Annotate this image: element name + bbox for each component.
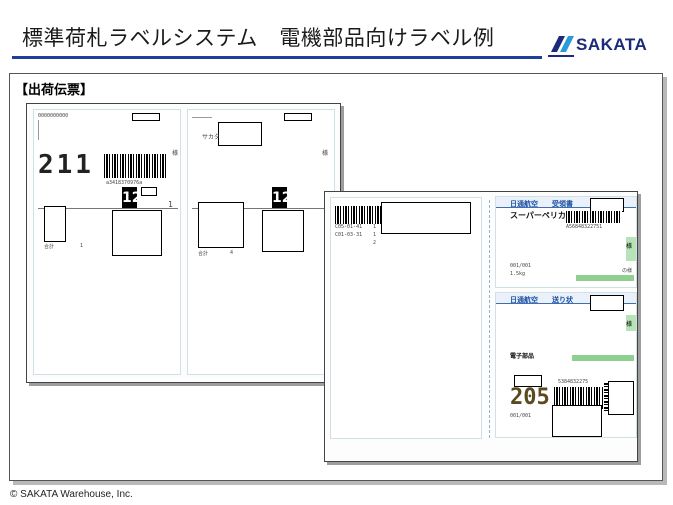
sheet2-left-panel: C05-01-41 1 C01-03-31 1 2 [330,197,482,439]
barcode-caption: a3418370976a [106,180,143,186]
redaction-box [112,210,162,256]
nittsu-waybill-label: 日通航空 送り状 様 電子部品 5384832275 205 001/001 [495,292,637,438]
sama-label: 様 [626,321,633,328]
sakata-logo-icon [548,36,574,57]
total-value: 1 [80,243,84,249]
redaction-box [590,198,624,212]
sheet1-left-panel: 0000000000 211 a3418370976a 様 12 1 合計 1 [33,109,181,375]
sheet1-top-code: 0000000000 [38,113,69,119]
perforation-line [489,200,490,438]
nittsu-receipt-label: 日通航空 受領書 スーパーペリカン A56848322751 様 の様 001/… [495,196,637,288]
green-field [572,355,634,361]
route-number: 211 [38,150,94,180]
redaction-box [132,113,160,121]
redaction-box [141,187,157,196]
redaction-box [44,206,66,242]
barcode [335,206,387,224]
sama-label: 様 [626,243,633,250]
redaction-box [381,202,471,234]
item-qty-1: 1 [373,224,377,230]
redaction-box [552,405,602,437]
total-label: 合計 [198,251,209,257]
count: 001/001 [510,263,532,269]
redaction-box [218,122,262,146]
nittsu-brand: 日通航空 [510,296,538,304]
count: 001/001 [510,413,532,419]
weight: 1.5kg [510,271,526,277]
redaction-box [198,202,244,248]
shipping-slip-sheet-1: 0000000000 211 a3418370976a 様 12 1 合計 1 … [26,103,341,383]
sheet1-left-vertical-text [38,120,44,140]
redaction-box [284,113,312,121]
box-number: 12 [272,187,291,209]
shipping-slip-sheet-2: C05-01-41 1 C01-03-31 1 2 日通航空 受領書 スーパーペ… [324,191,638,462]
item-total: 2 [373,240,377,246]
box-number: 12 [122,187,141,209]
green-field [576,275,634,281]
sakata-logo: SAKATA [548,30,666,60]
company-short: サカタ [202,134,221,141]
sheet1-right-panel: サカタ 様 12 合計 4 [187,109,335,375]
route-code: 205 [510,385,550,410]
redaction-box [590,295,624,311]
redaction-box [608,381,634,415]
item-code-1: C05-01-41 [335,224,363,230]
tracking-number: 5384832275 [558,379,589,385]
total-value: 4 [230,250,234,256]
nittsu-doc-type: 送り状 [552,296,573,304]
total-label: 合計 [44,244,55,250]
page-title: 標準荷札ラベルシステム 電機部品向けラベル例 [22,26,495,50]
item-qty-2: 1 [373,232,377,238]
copyright: © SAKATA Warehouse, Inc. [10,489,133,500]
service-name: スーパーペリカン [510,211,574,220]
redaction-box [262,210,304,252]
item-code-2: C01-03-31 [335,232,363,238]
side-text: 様 [322,150,329,157]
sama-label-2: の様 [622,268,633,274]
barcode [566,211,622,223]
title-underline [12,56,542,59]
tracking-number: A56848322751 [566,224,603,230]
nittsu-doc-type: 受領書 [552,200,573,208]
section-label: 【出荷伝票】 [15,83,94,98]
content-name: 電子部品 [510,353,535,360]
side-text: 様 [172,150,179,157]
sheet1-right-top [192,113,212,118]
nittsu-brand: 日通航空 [510,200,538,208]
logo-text: SAKATA [576,35,648,54]
barcode [104,154,166,178]
